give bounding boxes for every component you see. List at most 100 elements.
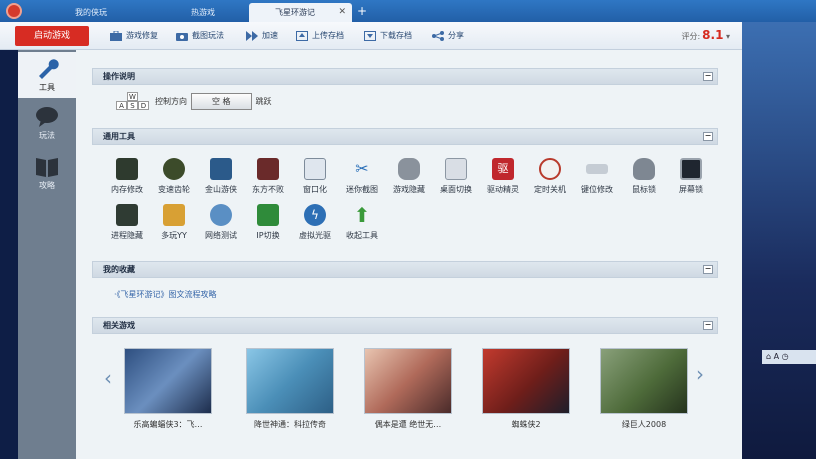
game-card[interactable]: 乐高蝙蝠侠3：飞…	[124, 348, 212, 430]
controls-row: W A S D 控制方向 空 格 跳跃	[116, 92, 272, 110]
related-games-list: 乐高蝙蝠侠3：飞… 降世神通：科拉传奇 偶本是遭 绝世无… 蜘蛛侠2 绿巨人20…	[100, 348, 720, 458]
tool-label: 迷你截图	[346, 185, 378, 194]
tool-label: 鼠标锁	[632, 185, 656, 194]
sidebar-item-label: 攻略	[39, 181, 55, 190]
panel-title: 操作说明 −	[92, 68, 718, 85]
network-icon	[210, 204, 232, 226]
tools-panel: 通用工具 −	[92, 128, 718, 145]
game-thumbnail	[246, 348, 334, 414]
tab-hot-games[interactable]: 热游戏	[160, 3, 246, 22]
upload-icon	[296, 30, 308, 41]
rating[interactable]: 评分: 8.1 ▾	[681, 28, 730, 42]
collapse-button[interactable]: −	[703, 132, 713, 141]
main-content: 操作说明 − W A S D 控制方向 空 格 跳跃 通用工具 − 内存修改 变…	[76, 50, 742, 459]
sidebar-item-label: 工具	[39, 83, 55, 92]
sidebar-item-guide[interactable]: 攻略	[18, 150, 76, 196]
collapse-button[interactable]: −	[703, 265, 713, 274]
memory-icon	[116, 158, 138, 180]
controls-panel: 操作说明 − W A S D 控制方向 空 格 跳跃	[92, 68, 718, 110]
desktop-switch-icon	[445, 158, 467, 180]
game-card[interactable]: 绿巨人2008	[600, 348, 688, 430]
game-name: 降世神通：科拉传奇	[254, 420, 326, 429]
download-save-button[interactable]: 下载存档	[364, 30, 412, 41]
panel-title-text: 相关游戏	[103, 321, 135, 330]
panel-title: 我的收藏 −	[92, 261, 718, 278]
game-name: 绿巨人2008	[621, 420, 667, 429]
tab-my-games[interactable]: 我的侠玩	[48, 3, 134, 22]
game-card[interactable]: 降世神通：科拉传奇	[246, 348, 334, 430]
fast-forward-icon	[246, 30, 258, 41]
space-key: 空 格	[191, 92, 252, 110]
game-thumbnail	[600, 348, 688, 414]
game-card[interactable]: 蜘蛛侠2	[482, 348, 570, 430]
screenshot-label: 截图玩法	[192, 31, 224, 40]
tool-label: 收起工具	[346, 231, 378, 240]
process-icon	[116, 204, 138, 226]
panel-title: 通用工具 −	[92, 128, 718, 145]
jinshan-icon	[210, 158, 232, 180]
up-arrow-icon: ⬆	[353, 203, 371, 227]
tool-label: 屏幕锁	[679, 185, 703, 194]
tool-label: 变速齿轮	[158, 185, 190, 194]
direction-label: 控制方向	[155, 96, 187, 106]
tab-bar: 我的侠玩 热游戏 飞星环游记 ✕ +	[0, 0, 816, 22]
sidebar-item-gameplay[interactable]: 玩法	[18, 100, 76, 146]
toolbar: 启动游戏 游戏修复 截图玩法 加速 上传存档 下载存档 分享 评分: 8.1 ▾	[0, 22, 742, 50]
jump-label: 跳跃	[255, 96, 272, 106]
tool-label: 驱动精灵	[487, 185, 519, 194]
game-name: 乐高蝙蝠侠3：飞…	[133, 420, 203, 429]
lightning-icon: ϟ	[304, 204, 326, 226]
gamepad-icon	[398, 158, 420, 180]
language-bar[interactable]: ⌂ A ◷	[762, 350, 816, 364]
repair-button[interactable]: 游戏修复	[110, 30, 158, 41]
tool-label: 内存修改	[111, 185, 143, 194]
gear-icon	[163, 158, 185, 180]
game-name: 偶本是遭 绝世无…	[374, 420, 442, 429]
sidebar: 工具 玩法 攻略	[18, 50, 76, 459]
mouse-icon	[633, 158, 655, 180]
tool-collapse-tools[interactable]: ⬆ 收起工具	[333, 204, 391, 241]
desktop-background	[742, 22, 816, 459]
rating-value: 8.1	[702, 28, 724, 42]
panel-title: 相关游戏 −	[92, 317, 718, 334]
share-label: 分享	[448, 31, 464, 40]
start-game-button[interactable]: 启动游戏	[15, 26, 89, 46]
tool-label: 多玩YY	[161, 231, 187, 240]
tool-label: 定时关机	[534, 185, 566, 194]
screen-lock-icon	[680, 158, 702, 180]
sidebar-item-label: 玩法	[39, 131, 55, 140]
download-icon	[364, 30, 376, 41]
favorites-panel: 我的收藏 −	[92, 261, 718, 278]
repair-label: 游戏修复	[126, 31, 158, 40]
scissors-icon: ✂	[355, 159, 369, 178]
tool-label: 键位修改	[581, 185, 613, 194]
upload-save-button[interactable]: 上传存档	[296, 30, 344, 41]
screenshot-button[interactable]: 截图玩法	[176, 30, 224, 41]
sidebar-item-tools[interactable]: 工具	[18, 52, 76, 98]
share-icon	[432, 30, 444, 41]
game-thumbnail	[124, 348, 212, 414]
game-name: 蜘蛛侠2	[511, 420, 541, 429]
close-icon[interactable]: ✕	[338, 3, 346, 22]
chevron-down-icon: ▾	[725, 32, 730, 41]
add-tab-button[interactable]: +	[357, 3, 367, 20]
speedup-button[interactable]: 加速	[246, 30, 278, 41]
game-thumbnail	[482, 348, 570, 414]
favorite-guide-link[interactable]: ·《飞星环游记》图文流程攻略	[114, 289, 217, 300]
wasd-keys: W A S D	[116, 92, 149, 110]
collapse-button[interactable]: −	[703, 321, 713, 330]
collapse-button[interactable]: −	[703, 72, 713, 81]
usb-icon	[586, 164, 608, 174]
rating-label: 评分:	[681, 32, 701, 41]
app-logo-icon	[6, 3, 22, 19]
camera-icon	[176, 32, 188, 41]
briefcase-icon	[110, 30, 122, 41]
tool-screen-lock[interactable]: 屏幕锁	[662, 158, 720, 195]
key-s: S	[127, 101, 138, 110]
game-card[interactable]: 偶本是遭 绝世无…	[364, 348, 452, 430]
tool-label: 窗口化	[303, 185, 327, 194]
panel-title-text: 通用工具	[103, 132, 135, 141]
panel-title-text: 我的收藏	[103, 265, 135, 274]
tab-current-game[interactable]: 飞星环游记 ✕	[249, 3, 352, 22]
share-button[interactable]: 分享	[432, 30, 464, 41]
